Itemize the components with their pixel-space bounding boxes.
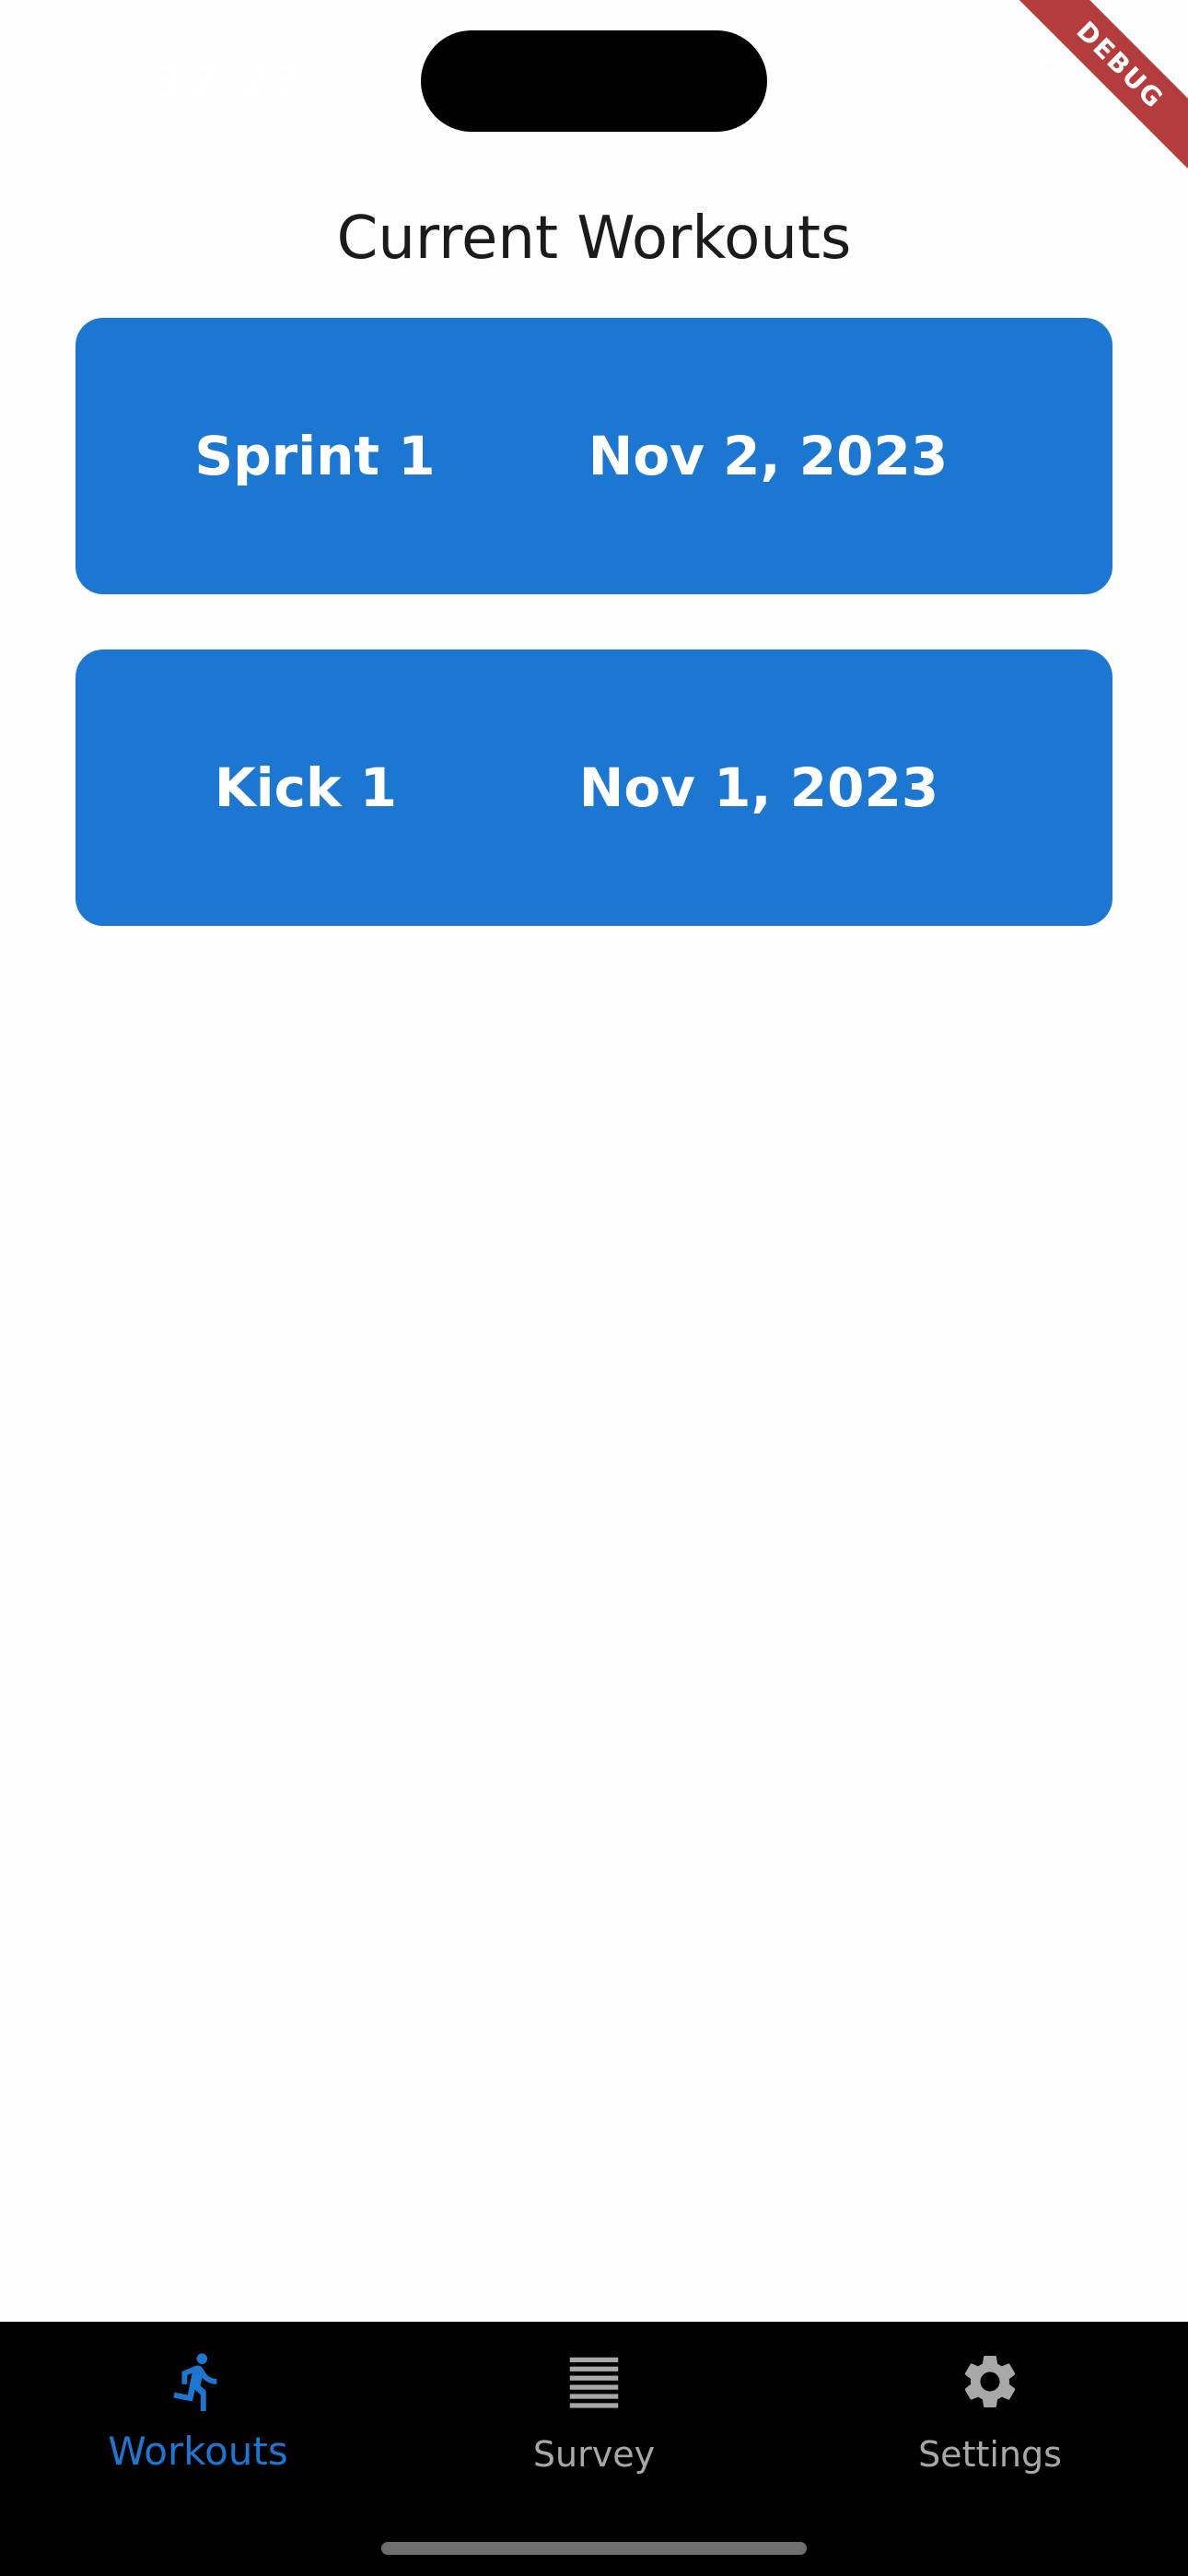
workout-card-sprint-1[interactable]: Sprint 1 Nov 2, 2023 [76, 318, 1112, 594]
tab-survey-label: Survey [532, 2434, 656, 2475]
dynamic-island [421, 30, 767, 132]
bottom-navigation-bar: Workouts Survey Settings [0, 2322, 1188, 2576]
list-lines-icon [569, 2357, 619, 2408]
workout-name: Kick 1 [214, 756, 398, 819]
running-person-icon [173, 2353, 217, 2412]
tab-workouts[interactable]: Workouts [0, 2322, 396, 2506]
page-title: Current Workouts [336, 205, 852, 273]
home-indicator[interactable] [381, 2542, 807, 2555]
tab-settings-label: Settings [918, 2434, 1062, 2475]
workout-list: Sprint 1 Nov 2, 2023 Kick 1 Nov 1, 2023 [76, 318, 1112, 981]
workout-name: Sprint 1 [194, 425, 436, 487]
tab-workouts-label: Workouts [108, 2429, 288, 2474]
gear-icon [964, 2356, 1016, 2407]
status-time: 12:27 [157, 55, 304, 109]
tab-survey[interactable]: Survey [396, 2322, 792, 2506]
debug-banner: DEBUG [1004, 0, 1188, 184]
tab-settings[interactable]: Settings [792, 2322, 1188, 2506]
workout-date: Nov 2, 2023 [588, 425, 949, 487]
debug-banner-label: DEBUG [1004, 0, 1188, 184]
workout-card-kick-1[interactable]: Kick 1 Nov 1, 2023 [76, 650, 1112, 926]
workout-date: Nov 1, 2023 [578, 756, 939, 819]
